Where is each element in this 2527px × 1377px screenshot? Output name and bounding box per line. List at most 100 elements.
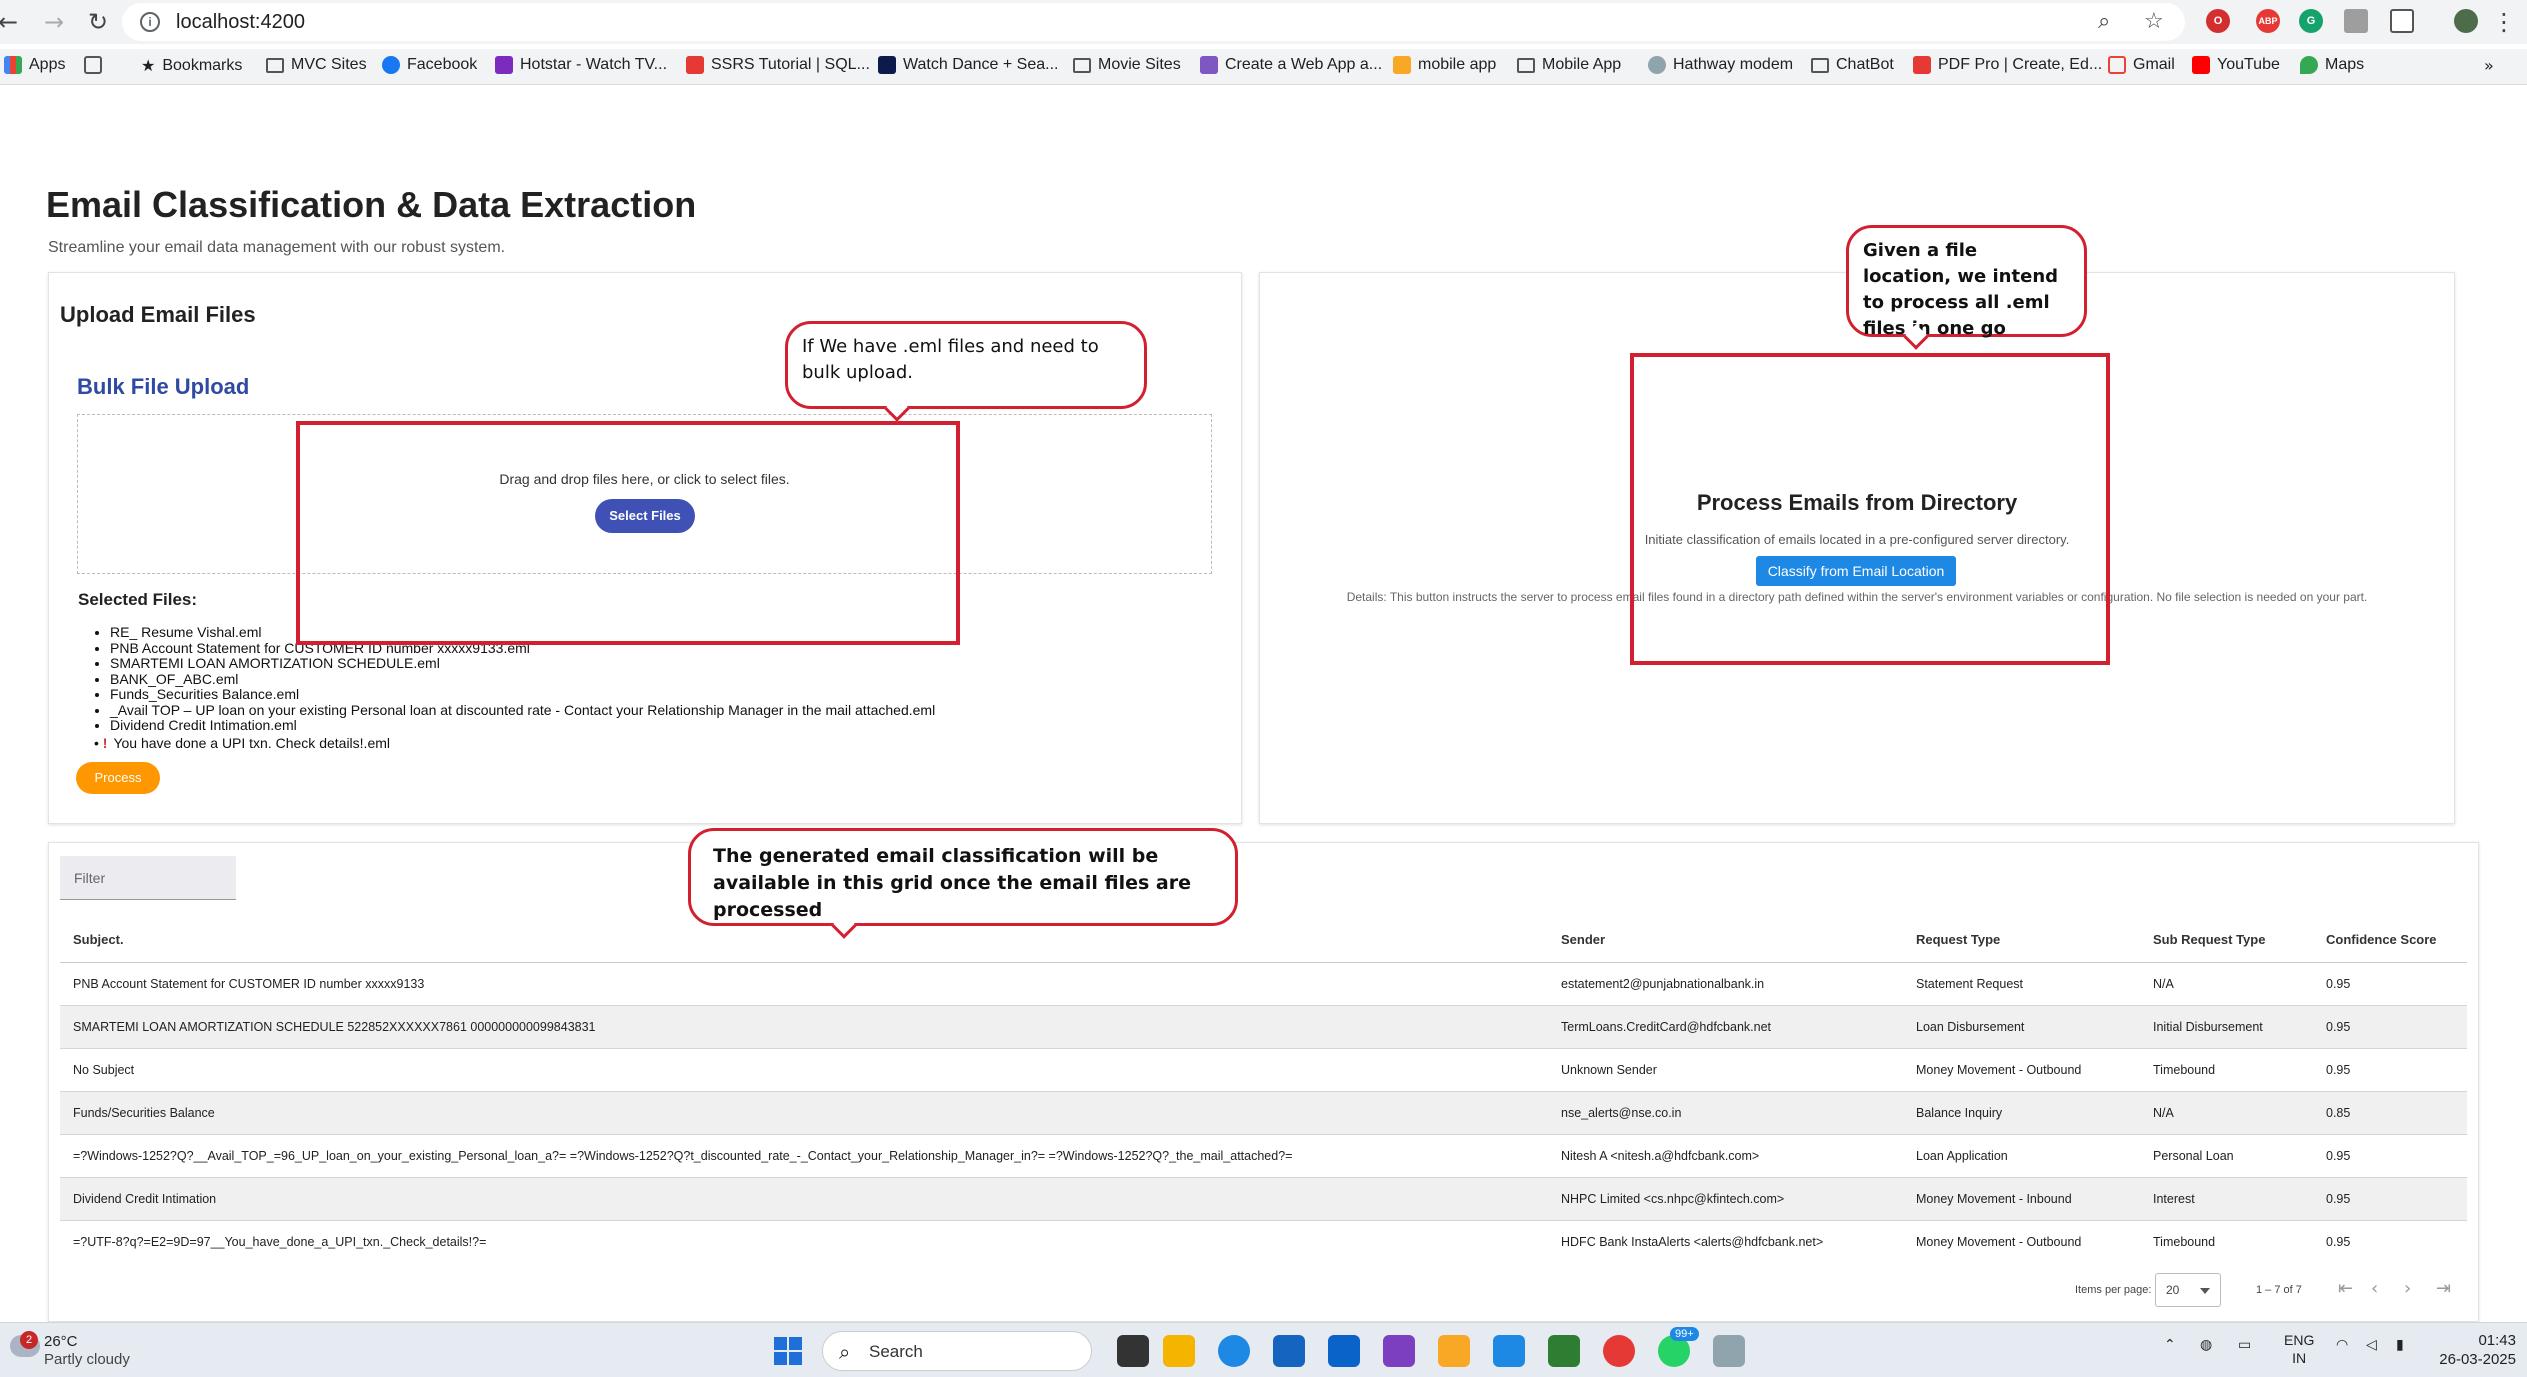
folder-icon bbox=[1811, 57, 1829, 73]
table-row[interactable]: SMARTEMI LOAN AMORTIZATION SCHEDULE 5228… bbox=[60, 1006, 2467, 1049]
profile-avatar[interactable] bbox=[2454, 9, 2478, 33]
header-confidence-score[interactable]: Confidence Score bbox=[2326, 916, 2456, 963]
language-bottom: IN bbox=[2292, 1350, 2307, 1366]
adblock-extension-icon[interactable]: ABP bbox=[2256, 9, 2280, 33]
vscode-icon[interactable] bbox=[1493, 1335, 1525, 1367]
bookmark-mobile-app-folder[interactable]: Mobile App bbox=[1517, 56, 1621, 74]
bookmark-label: Maps bbox=[2325, 56, 2365, 73]
bookmark-hathway[interactable]: Hathway modem bbox=[1648, 56, 1793, 74]
cell-request-type: Balance Inquiry bbox=[1916, 1106, 2003, 1120]
bookmark-tab-groups[interactable] bbox=[84, 56, 102, 74]
volume-icon[interactable]: ◁ bbox=[2366, 1337, 2377, 1353]
header-sender[interactable]: Sender bbox=[1561, 916, 1911, 963]
cell-sub-request-type: Interest bbox=[2153, 1192, 2195, 1206]
zoom-icon[interactable]: ⌕ bbox=[2098, 9, 2110, 34]
bookmark-mvc-sites[interactable]: MVC Sites bbox=[266, 56, 367, 74]
bookmark-youtube[interactable]: YouTube bbox=[2192, 56, 2280, 74]
file-explorer-icon[interactable] bbox=[1163, 1335, 1195, 1367]
tab-groups-icon bbox=[84, 56, 102, 74]
bookmarks-overflow-icon[interactable]: » bbox=[2484, 56, 2494, 75]
bookmark-dance[interactable]: Watch Dance + Sea... bbox=[878, 56, 1058, 74]
next-page-icon[interactable]: › bbox=[2404, 1278, 2411, 1299]
youtube-icon bbox=[2192, 56, 2210, 74]
star-icon[interactable]: ☆ bbox=[2144, 9, 2164, 34]
bookmark-label: Facebook bbox=[407, 56, 478, 73]
store-icon[interactable] bbox=[1273, 1335, 1305, 1367]
meet-icon[interactable]: ◍ bbox=[2200, 1337, 2212, 1353]
bookmark-chatbot[interactable]: ChatBot bbox=[1811, 56, 1894, 74]
bookmark-gmail[interactable]: Gmail bbox=[2108, 56, 2175, 74]
bookmark-apps[interactable]: Apps bbox=[4, 56, 65, 74]
gmail-icon bbox=[2108, 56, 2126, 74]
browser-menu-icon[interactable]: ⋮ bbox=[2490, 8, 2518, 36]
cell-confidence: 0.95 bbox=[2326, 977, 2351, 991]
display-icon[interactable]: ▭ bbox=[2238, 1337, 2251, 1353]
table-row[interactable]: =?UTF-8?q?=E2=9D=97__You_have_done_a_UPI… bbox=[60, 1221, 2467, 1264]
table-row[interactable]: Dividend Credit Intimation NHPC Limited … bbox=[60, 1178, 2467, 1221]
bookmark-label: Bookmarks bbox=[162, 56, 243, 74]
header-sub-request-type[interactable]: Sub Request Type bbox=[2153, 916, 2323, 963]
table-row[interactable]: No Subject Unknown Sender Money Movement… bbox=[60, 1049, 2467, 1092]
start-icon[interactable] bbox=[774, 1337, 802, 1365]
wifi-icon[interactable]: ◠ bbox=[2336, 1337, 2348, 1353]
cell-sender: Nitesh A <nitesh.a@hdfcbank.com> bbox=[1561, 1149, 1760, 1163]
bookmark-hotstar[interactable]: Hotstar - Watch TV... bbox=[495, 56, 667, 74]
visual-studio-icon[interactable] bbox=[1383, 1335, 1415, 1367]
annotation-grid-text: The generated email classification will … bbox=[713, 845, 1191, 921]
cell-subject: =?UTF-8?q?=E2=9D=97__You_have_done_a_UPI… bbox=[73, 1235, 487, 1249]
weather-temperature: 26°C bbox=[44, 1333, 78, 1350]
language-indicator[interactable]: ENG IN bbox=[2284, 1331, 2314, 1367]
site-info-icon[interactable]: i bbox=[140, 12, 160, 32]
chrome-icon[interactable] bbox=[1603, 1335, 1635, 1367]
filter-input[interactable]: Filter bbox=[60, 856, 236, 900]
tray-overflow-icon[interactable]: ⌃ bbox=[2164, 1337, 2176, 1353]
address-url[interactable]: localhost:4200 bbox=[176, 11, 305, 34]
taskbar-search[interactable]: ⌕ Search bbox=[822, 1331, 1092, 1371]
header-request-type[interactable]: Request Type bbox=[1916, 916, 2146, 963]
cell-subject: No Subject bbox=[73, 1063, 135, 1077]
snipping-icon[interactable] bbox=[1438, 1335, 1470, 1367]
task-view-icon[interactable] bbox=[1117, 1335, 1149, 1367]
last-page-icon[interactable]: ⇥ bbox=[2436, 1278, 2451, 1299]
bookmark-movie-sites[interactable]: Movie Sites bbox=[1073, 56, 1181, 74]
bookmark-mobile-app[interactable]: mobile app bbox=[1393, 56, 1496, 74]
bookmark-facebook[interactable]: Facebook bbox=[382, 56, 477, 74]
cast-extension-icon[interactable] bbox=[2344, 9, 2368, 33]
cell-sub-request-type: Timebound bbox=[2153, 1235, 2216, 1249]
bookmark-label: Hotstar - Watch TV... bbox=[520, 56, 668, 73]
misc-app-icon[interactable] bbox=[1713, 1335, 1745, 1367]
forward-icon[interactable]: → bbox=[40, 8, 68, 36]
table-row[interactable]: Funds/Securities Balance nse_alerts@nse.… bbox=[60, 1092, 2467, 1135]
outlook-icon[interactable] bbox=[1328, 1335, 1360, 1367]
battery-icon[interactable]: ▮ bbox=[2396, 1337, 2404, 1353]
bookmark-ssrs[interactable]: SSRS Tutorial | SQL... bbox=[686, 56, 870, 74]
process-button[interactable]: Process bbox=[76, 762, 160, 794]
table-row[interactable]: =?Windows-1252?Q?__Avail_TOP_=96_UP_loan… bbox=[60, 1135, 2467, 1178]
excel-icon[interactable] bbox=[1548, 1335, 1580, 1367]
reload-icon[interactable]: ↻ bbox=[84, 8, 112, 36]
bookmark-label: Create a Web App a... bbox=[1225, 56, 1383, 73]
address-bar[interactable]: i localhost:4200 ⌕ ☆ bbox=[122, 3, 2185, 41]
list-item: SMARTEMI LOAN AMORTIZATION SCHEDULE.eml bbox=[110, 655, 935, 672]
grammarly-extension-icon[interactable]: G bbox=[2299, 9, 2323, 33]
opera-extension-icon[interactable]: O bbox=[2206, 9, 2230, 33]
bookmark-label: SSRS Tutorial | SQL... bbox=[711, 56, 870, 73]
list-item: Dividend Credit Intimation.eml bbox=[110, 717, 935, 734]
cell-sub-request-type: N/A bbox=[2153, 1106, 2174, 1120]
list-item: • ! You have done a UPI txn. Check detail… bbox=[94, 734, 391, 751]
bookmark-web-app[interactable]: Create a Web App a... bbox=[1200, 56, 1382, 74]
page-size-select[interactable]: 20 bbox=[2155, 1273, 2221, 1307]
bookmark-bookmarks[interactable]: ★ Bookmarks bbox=[141, 56, 242, 75]
clock[interactable]: 01:43 26-03-2025 bbox=[2432, 1331, 2516, 1369]
edge-icon[interactable] bbox=[1218, 1335, 1250, 1367]
annotation-highlight-dropzone bbox=[296, 421, 960, 645]
bookmark-maps[interactable]: Maps bbox=[2300, 56, 2364, 74]
back-icon[interactable]: ← bbox=[0, 8, 22, 36]
extensions-puzzle-icon[interactable] bbox=[2390, 9, 2414, 33]
first-page-icon[interactable]: ⇤ bbox=[2338, 1278, 2353, 1299]
previous-page-icon[interactable]: ‹ bbox=[2371, 1278, 2378, 1299]
table-row[interactable]: PNB Account Statement for CUSTOMER ID nu… bbox=[60, 963, 2467, 1006]
tg-icon bbox=[686, 56, 704, 74]
bookmark-pdf-pro[interactable]: PDF Pro | Create, Ed... bbox=[1913, 56, 2102, 74]
cell-subject: =?Windows-1252?Q?__Avail_TOP_=96_UP_loan… bbox=[73, 1149, 1293, 1163]
